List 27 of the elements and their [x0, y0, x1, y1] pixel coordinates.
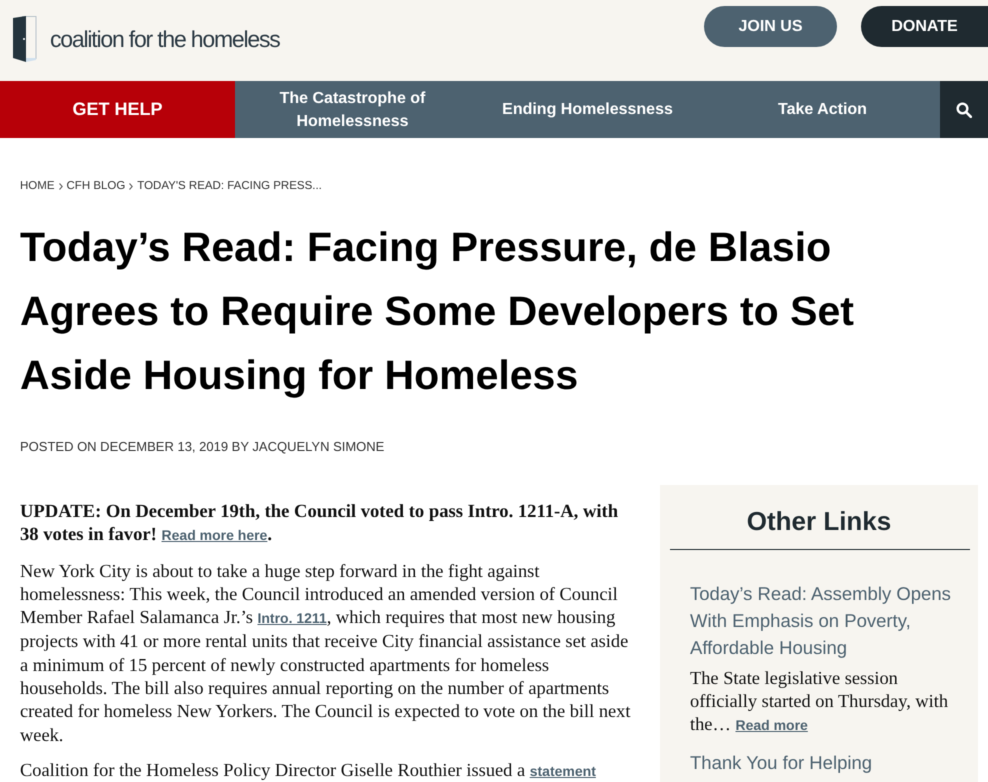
- header-button[interactable]: JOIN US: [704, 6, 837, 47]
- sidebar-article-link[interactable]: Today’s Read: Assembly Opens With Emphasis on Poverty, Affordable Housing: [690, 580, 960, 661]
- body-paragraph: New York City is about to take a huge step forward in the fight against homelessness: This week, the Council introduced an amended version of Council Member Rafael Salamanca Jr.’s Intro. 1211, which requires that most new housing projects with 41 or more rental units that receive City financial assistance set aside a minimum of 15 percent of newly constructed apartments for homeless households. The bill also requires annual reporting on the number of apartments created for homeless New Yorkers. The Council is expected to vote on the bill next week.: [20, 560, 632, 747]
- breadcrumb-link[interactable]: CFH BLOG: [66, 179, 126, 193]
- breadcrumb-link[interactable]: HOME: [20, 179, 54, 193]
- body-paragraph: Coalition for the Homeless Policy Director Giselle Routhier issued a statement: [20, 758, 597, 782]
- breadcrumb-current: TODAY'S READ: FACING PRESS...: [137, 179, 322, 193]
- chevron-icon: [129, 182, 134, 190]
- article-title: Today’s Read: Facing Pressure, de Blasio Agrees to Require Some Developers to Set Aside Housing for Homeless: [20, 223, 855, 400]
- read-more-link[interactable]: Read more: [735, 717, 808, 733]
- byline: POSTED ON DECEMBER 13, 2019 BY JACQUELYN SIMONE: [20, 438, 386, 456]
- search-button[interactable]: [940, 81, 988, 138]
- inline-link[interactable]: statement: [530, 762, 596, 779]
- logo-link[interactable]: coalition for the homeless: [13, 16, 280, 62]
- read-more-link[interactable]: Read more here: [162, 527, 268, 544]
- article-excerpt: The State legislative session officially started on Thursday, with the… Read more: [690, 667, 950, 736]
- door-icon: [13, 16, 37, 62]
- nav-link[interactable]: Ending Homelessness: [470, 81, 705, 138]
- sidebar-article-link[interactable]: Thank You for Helping: [690, 749, 960, 776]
- update-paragraph: UPDATE: On December 19th, the Council voted to pass Intro. 1211-A, with 38 votes in favor! Read more here.: [20, 500, 620, 548]
- chevron-icon: [58, 182, 62, 190]
- header-button[interactable]: DONATE: [861, 6, 988, 47]
- nav-link[interactable]: Take Action: [705, 81, 940, 138]
- nav-link[interactable]: The Catastrophe of Homelessness: [235, 81, 470, 138]
- sidebar-heading: Other Links: [746, 505, 892, 537]
- search-icon: [956, 102, 972, 118]
- inline-link[interactable]: Intro. 1211: [257, 610, 327, 626]
